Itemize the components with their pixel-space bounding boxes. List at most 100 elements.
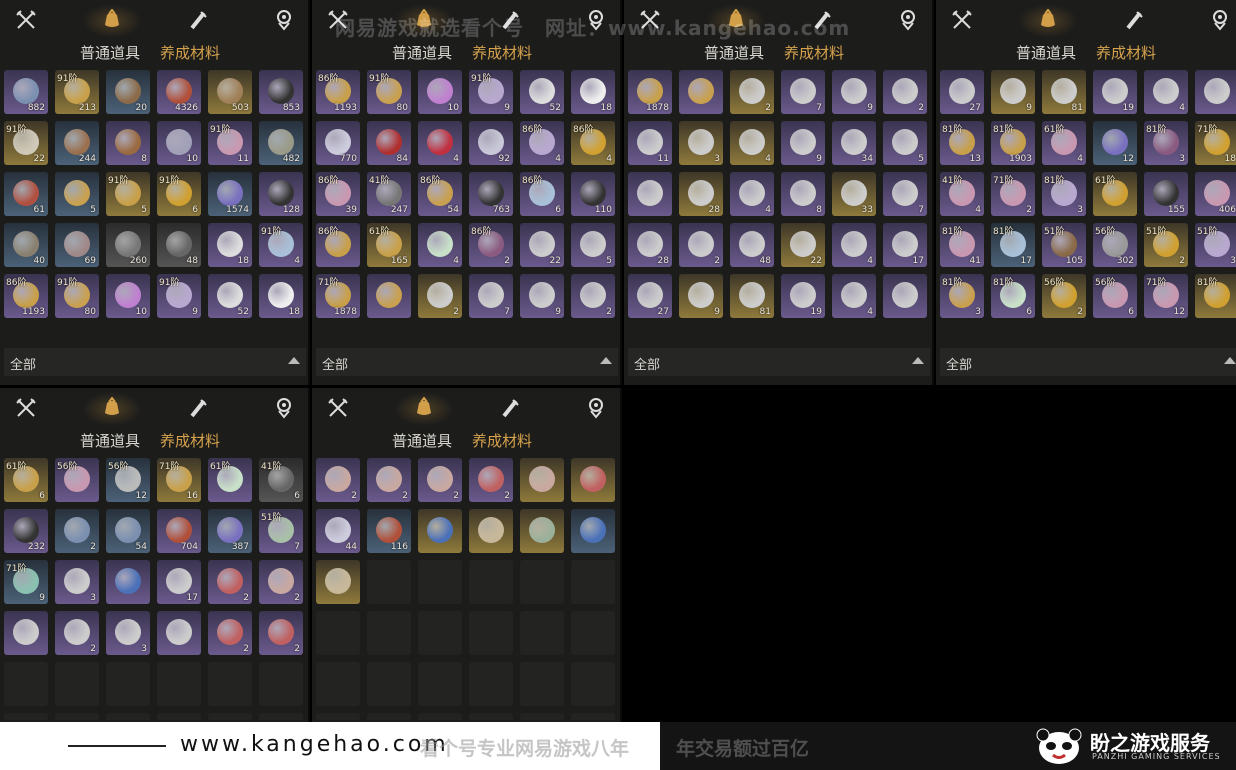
item-slot[interactable] [469, 509, 513, 553]
item-slot[interactable]: 61 [4, 172, 48, 216]
empty-slot[interactable] [571, 713, 615, 720]
empty-slot[interactable] [571, 611, 615, 655]
item-slot[interactable]: 9 [679, 274, 723, 318]
empty-slot[interactable] [367, 611, 411, 655]
item-slot[interactable]: 10 [106, 274, 150, 318]
empty-slot[interactable] [259, 713, 303, 720]
empty-slot[interactable] [208, 713, 252, 720]
scroll-brush-icon[interactable] [498, 396, 522, 420]
item-slot[interactable]: 155 [1144, 172, 1188, 216]
empty-slot[interactable] [367, 713, 411, 720]
item-slot[interactable]: 61阶 [208, 458, 252, 502]
empty-slot[interactable] [4, 662, 48, 706]
coin-bag-icon[interactable] [1018, 4, 1078, 38]
item-slot[interactable]: 2 [55, 509, 99, 553]
item-slot[interactable]: 2 [469, 458, 513, 502]
item-slot[interactable]: 4 [418, 223, 462, 267]
item-slot[interactable]: 18 [208, 223, 252, 267]
item-slot[interactable]: 51阶 2 [1144, 223, 1188, 267]
item-slot[interactable]: 2 [208, 611, 252, 655]
item-slot[interactable]: 7 [883, 172, 927, 216]
item-slot[interactable]: 4 [730, 172, 774, 216]
item-slot[interactable]: 10 [157, 121, 201, 165]
empty-slot[interactable] [367, 560, 411, 604]
item-slot[interactable]: 86阶 39 [316, 172, 360, 216]
item-slot[interactable]: 1574 [208, 172, 252, 216]
empty-slot[interactable] [418, 662, 462, 706]
item-slot[interactable]: 116 [367, 509, 411, 553]
item-slot[interactable]: 61阶 [1093, 172, 1137, 216]
item-slot[interactable]: 81 [1042, 70, 1086, 114]
filter-dropdown[interactable]: 全部 [940, 348, 1236, 376]
item-slot[interactable]: 81阶 3 [1042, 172, 1086, 216]
item-slot[interactable]: 86阶 6 [520, 172, 564, 216]
empty-slot[interactable] [520, 662, 564, 706]
subtab-growth-materials[interactable]: 养成材料 [472, 42, 532, 63]
item-slot[interactable]: 28 [628, 223, 672, 267]
empty-slot[interactable] [208, 662, 252, 706]
item-slot[interactable]: 91阶 9 [157, 274, 201, 318]
item-slot[interactable]: 5 [883, 121, 927, 165]
subtab-growth-materials[interactable]: 养成材料 [1096, 42, 1156, 63]
item-slot[interactable]: 9 [991, 70, 1035, 114]
empty-slot[interactable] [157, 713, 201, 720]
item-slot[interactable]: 41阶 4 [940, 172, 984, 216]
scroll-brush-icon[interactable] [186, 8, 210, 32]
item-slot[interactable]: 244 [55, 121, 99, 165]
item-slot[interactable]: 8 [106, 121, 150, 165]
empty-slot[interactable] [418, 560, 462, 604]
item-slot[interactable]: 69 [55, 223, 99, 267]
empty-slot[interactable] [469, 662, 513, 706]
item-slot[interactable]: 882 [4, 70, 48, 114]
item-slot[interactable]: 503 [208, 70, 252, 114]
empty-slot[interactable] [469, 611, 513, 655]
item-slot[interactable]: 4 [730, 121, 774, 165]
item-slot[interactable]: 86阶 1193 [316, 70, 360, 114]
empty-slot[interactable] [259, 662, 303, 706]
crossed-swords-icon[interactable] [326, 396, 350, 420]
item-slot[interactable]: 81阶 17 [991, 223, 1035, 267]
item-slot[interactable]: 17 [157, 560, 201, 604]
item-slot[interactable]: 81 [730, 274, 774, 318]
filter-dropdown[interactable]: 全部 [628, 348, 930, 376]
item-slot[interactable] [4, 611, 48, 655]
item-slot[interactable]: 4326 [157, 70, 201, 114]
empty-slot[interactable] [316, 662, 360, 706]
item-slot[interactable]: 9 [520, 274, 564, 318]
item-slot[interactable]: 44 [316, 509, 360, 553]
empty-slot[interactable] [418, 713, 462, 720]
item-slot[interactable]: 86阶 2 [469, 223, 513, 267]
item-slot[interactable]: 7 [469, 274, 513, 318]
item-slot[interactable]: 41阶 6 [259, 458, 303, 502]
item-slot[interactable] [418, 509, 462, 553]
gem-badge-icon[interactable] [272, 396, 296, 420]
item-slot[interactable]: 2 [259, 560, 303, 604]
item-slot[interactable]: 19 [1093, 70, 1137, 114]
item-slot[interactable]: 704 [157, 509, 201, 553]
item-slot[interactable]: 71阶 1878 [316, 274, 360, 318]
item-slot[interactable]: 54 [106, 509, 150, 553]
item-slot[interactable]: 20 [106, 70, 150, 114]
item-slot[interactable]: 48 [730, 223, 774, 267]
item-slot[interactable]: 387 [208, 509, 252, 553]
item-slot[interactable]: 18 [571, 70, 615, 114]
item-slot[interactable]: 22 [520, 223, 564, 267]
item-slot[interactable]: 71阶 18 [1195, 121, 1236, 165]
item-slot[interactable]: 8 [781, 172, 825, 216]
crossed-swords-icon[interactable] [14, 396, 38, 420]
item-slot[interactable]: 81阶 13 [940, 121, 984, 165]
empty-slot[interactable] [106, 713, 150, 720]
subtab-common-items[interactable]: 普通道具 [1016, 42, 1076, 63]
coin-bag-icon[interactable] [82, 4, 142, 38]
item-slot[interactable]: 2 [883, 70, 927, 114]
empty-slot[interactable] [55, 713, 99, 720]
subtab-growth-materials[interactable]: 养成材料 [160, 430, 220, 451]
gem-badge-icon[interactable] [272, 8, 296, 32]
subtab-common-items[interactable]: 普通道具 [392, 42, 452, 63]
item-slot[interactable]: 56阶 2 [1042, 274, 1086, 318]
item-slot[interactable]: 2 [259, 611, 303, 655]
item-slot[interactable]: 81阶 1903 [991, 121, 1035, 165]
item-slot[interactable]: 128 [259, 172, 303, 216]
subtab-common-items[interactable]: 普通道具 [80, 42, 140, 63]
item-slot[interactable]: 86阶 4 [520, 121, 564, 165]
